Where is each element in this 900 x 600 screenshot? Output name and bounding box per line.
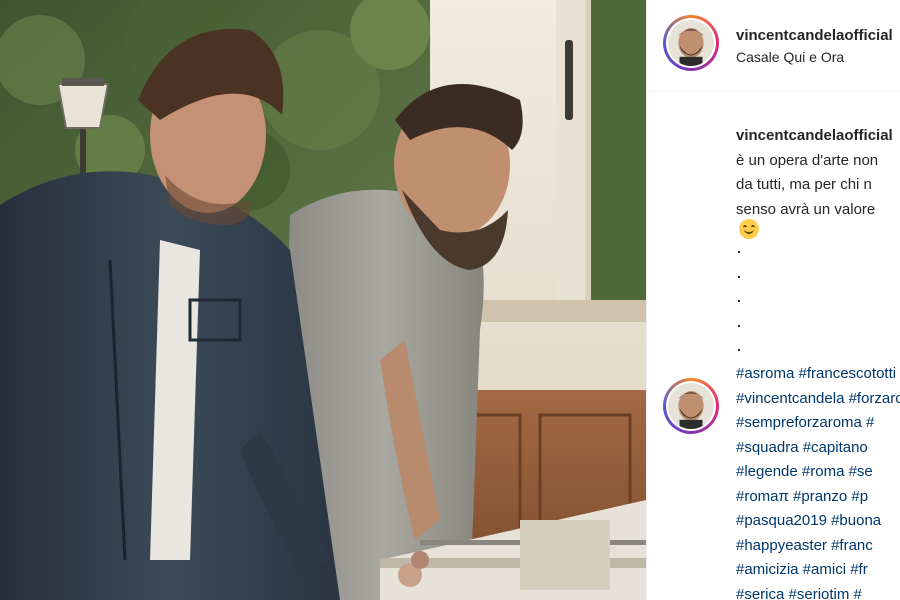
caption-dot: .	[737, 338, 741, 354]
caption-line: senso avrà un valore	[736, 200, 876, 218]
hashtag-line[interactable]: #serica #seriotim #	[736, 583, 900, 600]
hashtag-line[interactable]: #happyeaster #franc	[736, 534, 900, 559]
hashtag-line[interactable]: #squadra #capitano	[736, 436, 900, 461]
post-details-panel: vincentcandelaofficial Casale Qui e Ora …	[646, 0, 900, 600]
hashtag-line[interactable]: #amicizia #amici #fr	[736, 558, 900, 583]
avatar-image	[668, 20, 714, 66]
hashtag-line[interactable]: #asroma #francescototti	[736, 362, 900, 387]
caption-username[interactable]: vincentcandelaofficial	[736, 124, 900, 149]
post-photo	[0, 0, 646, 600]
post-location[interactable]: Casale Qui e Ora	[736, 49, 844, 65]
caption-line: da tutti, ma per chi n	[736, 176, 872, 193]
hashtag-line[interactable]: #pasqua2019 #buona	[736, 509, 900, 534]
caption-dots: . . . . .	[737, 240, 741, 363]
smiling-face-icon	[739, 219, 759, 239]
author-avatar[interactable]	[663, 15, 719, 71]
avatar-image	[668, 383, 714, 429]
caption-dot: .	[737, 289, 741, 305]
hashtag-line[interactable]: #vincentcandela #forzaroma	[736, 387, 900, 412]
post-media[interactable]	[0, 0, 646, 600]
author-username[interactable]: vincentcandelaofficial	[736, 27, 893, 44]
caption-dot: .	[737, 240, 741, 256]
hashtag-line[interactable]: #sempreforzaroma #	[736, 411, 900, 436]
caption-line: è un opera d'arte non	[736, 151, 879, 169]
comment-author-avatar[interactable]	[663, 378, 719, 434]
caption-dot: .	[737, 313, 741, 330]
hashtag-line[interactable]: #legende #roma #se	[736, 460, 900, 485]
hashtag-line[interactable]: #romaπ #pranzo #p	[736, 485, 900, 510]
hashtag-list: #asroma #francescototti #vincentcandela …	[736, 362, 900, 600]
post-header: vincentcandelaofficial Casale Qui e Ora	[647, 0, 900, 92]
caption-dot: .	[737, 264, 741, 281]
post-caption: vincentcandelaofficial è un opera d'arte…	[736, 124, 900, 222]
